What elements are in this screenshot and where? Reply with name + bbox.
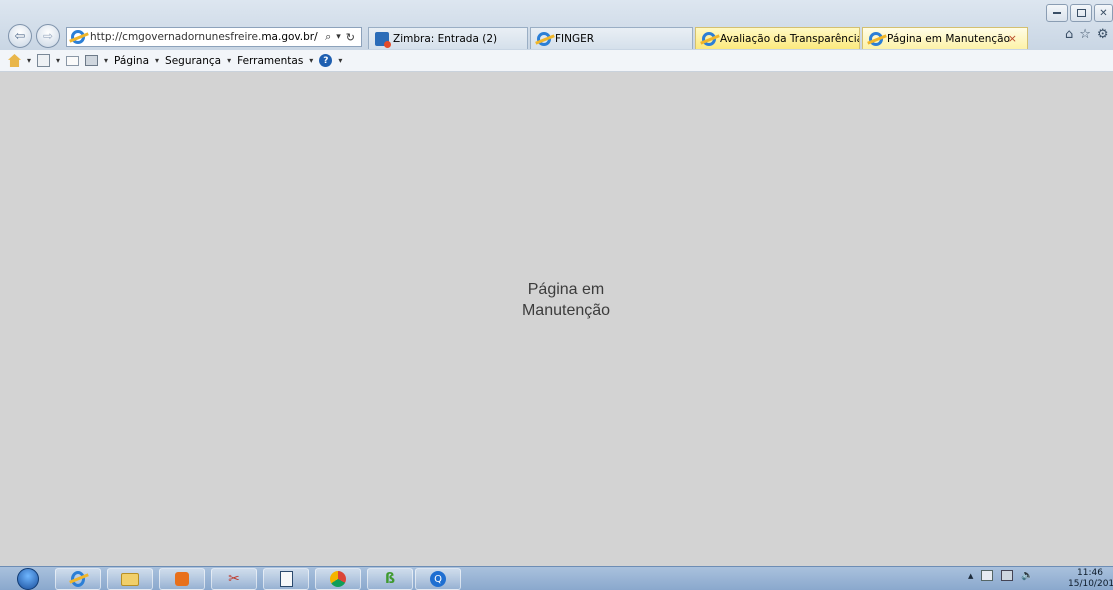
refresh-icon[interactable]: ↻: [346, 31, 355, 44]
chevron-down-icon[interactable]: ▾: [227, 56, 231, 65]
system-tray: ▲ 🔈: [968, 570, 1034, 581]
green-app-icon: ß: [384, 571, 396, 587]
print-icon[interactable]: [85, 55, 99, 66]
home-icon[interactable]: [8, 54, 21, 67]
restore-icon: [1076, 9, 1086, 17]
maintenance-line-1: Página em: [527, 281, 605, 298]
close-window-button[interactable]: ✕: [1094, 4, 1113, 22]
document-icon: [279, 571, 293, 587]
menu-seguranca[interactable]: Segurança: [165, 55, 221, 67]
menu-ferramentas[interactable]: Ferramentas: [237, 55, 303, 67]
tab-label: Zimbra: Entrada (2): [393, 32, 498, 45]
tab-pagina-manutencao[interactable]: Página em Manutenção ×: [862, 27, 1028, 49]
url-domain: ma.gov.br/: [261, 31, 318, 43]
clock-time: 11:46: [1077, 568, 1103, 578]
address-tools: ⌕ ▾ ↻: [325, 30, 361, 44]
menu-pagina[interactable]: Página: [114, 55, 149, 67]
url-text[interactable]: http://cmgovernadornunesfreire.ma.gov.br…: [90, 31, 318, 43]
start-button[interactable]: [8, 567, 48, 590]
flag-icon[interactable]: [981, 570, 994, 581]
ie-icon: [537, 31, 551, 46]
chevron-down-icon[interactable]: ▾: [338, 56, 342, 65]
chrome-icon: [330, 571, 346, 587]
forward-arrow-icon: ⇨: [42, 29, 54, 43]
browser-titlebar: ✕ ⇦ ⇨ http://cmgovernadornunesfreire.ma.…: [0, 0, 1113, 50]
minimize-icon: [1053, 12, 1061, 14]
toolbar-right-icons: ⌂ ☆ ⚙: [1065, 27, 1109, 42]
chevron-down-icon[interactable]: ▾: [336, 32, 341, 42]
tab-zimbra[interactable]: Zimbra: Entrada (2): [368, 27, 528, 49]
taskbar-ie[interactable]: [55, 568, 101, 590]
chevron-down-icon[interactable]: ▾: [56, 56, 60, 65]
taskbar-search-app[interactable]: Q: [415, 568, 461, 590]
tray-expand-icon[interactable]: ▲: [968, 572, 973, 580]
taskbar-media-player[interactable]: [159, 568, 205, 590]
tab-avaliacao[interactable]: Avaliação da Transparência do...: [695, 27, 860, 49]
tab-label: Página em Manutenção: [887, 32, 1010, 45]
clock-date: 15/10/2018: [1068, 579, 1113, 589]
search-icon[interactable]: ⌕: [325, 30, 331, 44]
close-icon: ✕: [1099, 7, 1108, 19]
chevron-down-icon[interactable]: ▾: [104, 56, 108, 65]
tab-label: FINGER: [555, 32, 595, 45]
volume-icon[interactable]: 🔈: [1021, 570, 1033, 581]
address-bar[interactable]: http://cmgovernadornunesfreire.ma.gov.br…: [66, 27, 362, 47]
ie-icon: [71, 571, 85, 587]
taskbar-clock[interactable]: 11:46 15/10/2018: [1068, 568, 1113, 590]
chevron-down-icon[interactable]: ▾: [27, 56, 31, 65]
taskbar-snipping-tool[interactable]: ✂: [211, 568, 257, 590]
restore-button[interactable]: [1070, 4, 1092, 22]
rss-feed-icon[interactable]: [37, 54, 51, 67]
back-button[interactable]: ⇦: [8, 24, 32, 48]
taskbar-green-app[interactable]: ß: [367, 568, 413, 590]
maintenance-message: Página em Manutenção: [506, 279, 626, 321]
ie-icon: [869, 31, 883, 46]
media-player-icon: [175, 572, 189, 586]
ie-icon: [702, 31, 716, 46]
chevron-down-icon[interactable]: ▾: [309, 56, 313, 65]
favorites-icon[interactable]: ☆: [1079, 27, 1091, 42]
taskbar-explorer[interactable]: [107, 568, 153, 590]
command-bar: ▾ ▾ ▾ Página ▾ Segurança ▾ Ferramentas ▾…: [0, 50, 1113, 72]
maintenance-line-2: Manutenção: [521, 302, 611, 319]
forward-button[interactable]: ⇨: [36, 24, 60, 48]
network-icon[interactable]: [1001, 570, 1014, 581]
taskbar-document[interactable]: [263, 568, 309, 590]
search-app-icon: Q: [430, 571, 446, 587]
close-tab-icon[interactable]: ×: [1008, 32, 1017, 45]
minimize-button[interactable]: [1046, 4, 1068, 22]
url-prefix: http://cmgovernadornunesfreire.: [90, 31, 262, 43]
tab-label: Avaliação da Transparência do...: [720, 32, 860, 45]
gear-icon[interactable]: ⚙: [1097, 27, 1109, 42]
zimbra-icon: [375, 31, 391, 48]
snipping-tool-icon: ✂: [228, 571, 240, 587]
windows-orb-icon: [17, 568, 39, 590]
mail-icon[interactable]: [66, 55, 80, 66]
taskbar-chrome[interactable]: [315, 568, 361, 590]
page-content: Página em Manutenção: [0, 72, 1113, 566]
back-arrow-icon: ⇦: [14, 28, 26, 44]
chevron-down-icon[interactable]: ▾: [155, 56, 159, 65]
tab-finger[interactable]: FINGER: [530, 27, 693, 49]
ie-icon: [71, 30, 85, 44]
help-icon[interactable]: ?: [319, 54, 333, 67]
home-icon[interactable]: ⌂: [1065, 27, 1073, 42]
taskbar: ✂ ß Q ▲ 🔈 11:46 15/10/2018: [0, 566, 1113, 590]
folder-icon: [121, 572, 139, 586]
